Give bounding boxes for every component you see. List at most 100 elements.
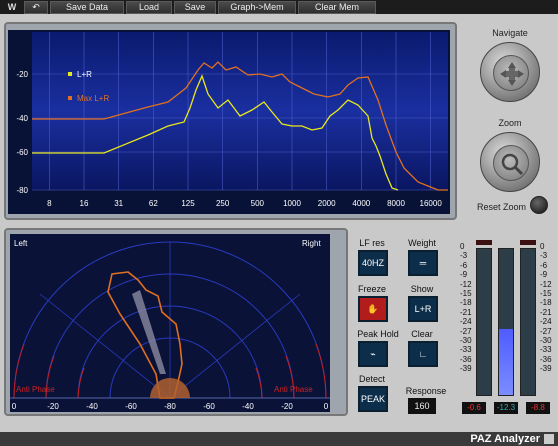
- clear-button[interactable]: ∟: [408, 341, 438, 367]
- graph-to-mem-button[interactable]: Graph->Mem: [218, 0, 296, 14]
- zoom-label: Zoom: [498, 118, 522, 128]
- undo-icon: ↶: [32, 1, 40, 12]
- stereo-scale-label: -20: [47, 402, 59, 411]
- meter-scale-label: -12: [540, 279, 552, 289]
- hand-icon: ✋: [367, 303, 379, 314]
- detect-button[interactable]: PEAK: [358, 386, 388, 412]
- peak-hold-label: Peak Hold: [357, 329, 399, 339]
- undo-button[interactable]: ↶: [24, 0, 48, 14]
- meter-scale-label: -33: [540, 345, 552, 355]
- navigate-control[interactable]: [480, 42, 540, 102]
- stereo-scale-label: -60: [203, 402, 215, 411]
- x-tick-label: 2000: [318, 199, 336, 208]
- stereo-position-display[interactable]: Left Right Anti Phase Anti Phase 0 -20 -40…: [10, 234, 330, 412]
- meter-scale-label: -6: [540, 260, 548, 270]
- right-peak-indicator: [520, 240, 536, 245]
- controls-panel: LF res 40HZ Weight ═ Freeze ✋ Show L+R P…: [350, 228, 458, 416]
- waves-logo-icon[interactable]: W: [2, 1, 22, 14]
- left-peak-indicator: [476, 240, 492, 245]
- meter-scale-label: -39: [460, 364, 472, 374]
- meter-scale-right: 0 -3 -6 -9 -12 -15 -18 -21 -24 -27 -30 -33 -36 -39: [540, 242, 552, 374]
- center-readout[interactable]: -12.3: [494, 402, 518, 414]
- magnifier-icon: [493, 145, 529, 181]
- meter-scale-label: -36: [460, 354, 472, 364]
- meter-scale-label: -18: [540, 298, 552, 308]
- stereo-left-label: Left: [14, 239, 28, 248]
- x-tick-label: 16: [80, 199, 89, 208]
- anti-phase-left-label: Anti Phase: [16, 385, 55, 394]
- reset-zoom-button[interactable]: [530, 196, 548, 214]
- center-meter: [498, 248, 514, 396]
- zoom-control[interactable]: [480, 132, 540, 192]
- stereo-scale-label: -60: [125, 402, 137, 411]
- x-tick-label: 125: [181, 199, 195, 208]
- lf-res-button[interactable]: 40HZ: [358, 250, 388, 276]
- meter-scale-label: -27: [460, 326, 472, 336]
- meter-scale-label: -36: [540, 354, 552, 364]
- meter-scale-label: -33: [460, 345, 472, 355]
- x-tick-label: 1000: [283, 199, 301, 208]
- x-tick-label: 8: [47, 199, 52, 208]
- lf-res-label: LF res: [359, 238, 385, 248]
- anti-phase-right-label: Anti Phase: [274, 385, 313, 394]
- reset-zoom-label: Reset Zoom: [476, 202, 526, 212]
- spectrum-display[interactable]: -20 -40 -60 -80 8 16 31 62 125 250 500 1000 2000 400…: [8, 30, 450, 214]
- meter-scale-label: -3: [540, 251, 548, 261]
- show-label: Show: [410, 284, 434, 294]
- center-meter-fill: [499, 329, 513, 395]
- save-button[interactable]: Save: [174, 0, 216, 14]
- meter-scale-label: -24: [540, 317, 552, 327]
- clear-label: Clear: [411, 329, 433, 339]
- x-tick-label: 31: [114, 199, 123, 208]
- x-tick-label: 8000: [387, 199, 405, 208]
- freeze-button[interactable]: ✋: [358, 296, 388, 322]
- weight-label: Weight: [408, 238, 436, 248]
- meter-scale-label: -9: [460, 270, 468, 280]
- navigate-label: Navigate: [492, 28, 528, 38]
- freeze-label: Freeze: [357, 284, 386, 294]
- stereo-right-label: Right: [302, 239, 321, 248]
- y-tick-label: -40: [16, 114, 28, 123]
- x-tick-label: 4000: [352, 199, 370, 208]
- legend-lr-label: L+R: [77, 70, 92, 79]
- meter-scale-label: 0: [460, 242, 465, 251]
- meter-scale-label: -3: [460, 251, 468, 261]
- load-button[interactable]: Load: [126, 0, 172, 14]
- weight-button[interactable]: ═: [408, 250, 438, 276]
- weight-flat-icon: ═: [419, 258, 427, 268]
- meter-scale-label: -24: [460, 317, 472, 327]
- meter-scale-label: -15: [540, 289, 552, 299]
- meter-scale-label: -9: [540, 270, 548, 280]
- x-tick-label: 250: [216, 199, 230, 208]
- meter-scale-label: -27: [540, 326, 552, 336]
- save-data-button[interactable]: Save Data: [50, 0, 124, 14]
- x-tick-label: 500: [251, 199, 265, 208]
- footer: PAZ Analyzer: [0, 432, 558, 446]
- peak-hold-icon: ⌁: [370, 348, 376, 359]
- stereo-scale-label: 0: [12, 402, 17, 411]
- meter-scale-label: -21: [540, 307, 552, 317]
- navigation-panel: Navigate Zoom Reset Zoom: [462, 20, 558, 220]
- left-peak-readout[interactable]: -0.6: [462, 402, 486, 414]
- right-peak-readout[interactable]: -8.8: [526, 402, 550, 414]
- meter-scale-label: -21: [460, 307, 472, 317]
- response-value[interactable]: 160: [408, 398, 436, 414]
- meter-scale-label: -39: [540, 364, 552, 374]
- meter-scale-label: 0: [540, 242, 545, 251]
- peak-hold-button[interactable]: ⌁: [358, 341, 388, 367]
- stereo-scale-label: -80: [164, 402, 176, 411]
- right-meter: [520, 248, 536, 396]
- detect-label: Detect: [358, 374, 385, 384]
- x-tick-label: 16000: [420, 199, 443, 208]
- y-tick-label: -80: [16, 186, 28, 195]
- stereo-scale-label: -20: [281, 402, 293, 411]
- legend-max-lr-label: Max L+R: [77, 94, 109, 103]
- stereo-scale-label: -40: [242, 402, 254, 411]
- meter-scale-label: -18: [460, 298, 472, 308]
- meter-scale-left: 0 -3 -6 -9 -12 -15 -18 -21 -24 -27 -30 -33 -36 -39: [460, 242, 472, 374]
- show-button[interactable]: L+R: [408, 296, 438, 322]
- toolbar: W ↶ Save Data Load Save Graph->Mem Clear…: [0, 0, 558, 14]
- x-tick-label: 62: [149, 199, 158, 208]
- clear-mem-button[interactable]: Clear Mem: [298, 0, 376, 14]
- left-meter: [476, 248, 492, 396]
